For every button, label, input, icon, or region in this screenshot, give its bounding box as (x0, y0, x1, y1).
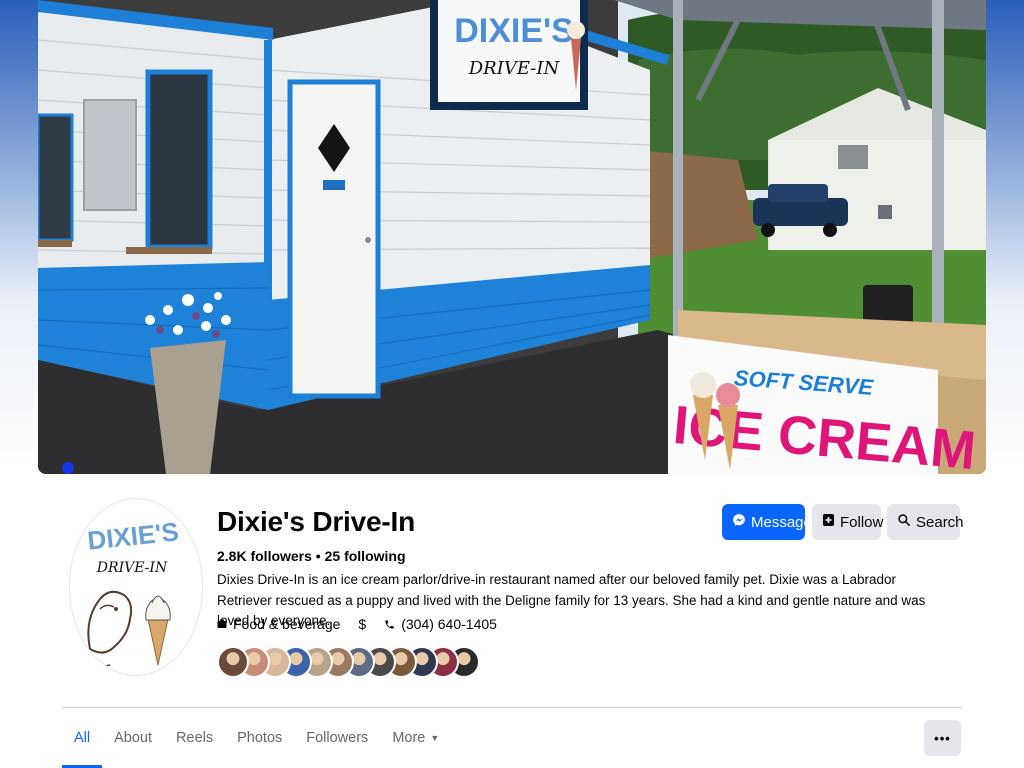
following-count[interactable]: 25 following (325, 548, 406, 564)
follow-counts: 2.8K followers • 25 following (217, 548, 406, 564)
followers-count[interactable]: 2.8K followers (217, 548, 312, 564)
message-label: Message (751, 513, 812, 531)
cover-sign-sub: DRIVE-IN (468, 58, 561, 79)
avatar-illustration: DIXIE'S DRIVE-IN (70, 499, 202, 675)
tab-more[interactable]: More ▼ (380, 708, 451, 768)
profile-header: DIXIE'S DRIVE-IN Dixie's Drive-In 2.8K f… (0, 474, 1024, 768)
follow-label: Follow (840, 513, 884, 531)
tab-followers[interactable]: Followers (294, 708, 380, 768)
avatar-sub: DRIVE-IN (96, 560, 168, 576)
phone-number[interactable]: (304) 640-1405 (401, 616, 497, 632)
follower-avatar[interactable] (217, 646, 249, 678)
search-button[interactable]: Search (887, 504, 964, 540)
messenger-icon (732, 513, 746, 531)
tab-about-label: About (114, 730, 153, 746)
page-tabs: All About Reels Photos Followers More ▼ (62, 708, 451, 768)
follow-icon (822, 513, 835, 531)
profile-picture[interactable]: DIXIE'S DRIVE-IN (70, 499, 202, 675)
tab-all-label: All (74, 730, 91, 746)
cover-indicator-dot (62, 462, 74, 474)
facebook-page: DIXIE'S DRIVE-IN SOFT SERVE ICE CREAM DI… (0, 0, 1024, 768)
counts-separator: • (311, 548, 325, 564)
phone-icon (384, 619, 395, 630)
tab-photos[interactable]: Photos (225, 708, 294, 768)
tab-photos-label: Photos (237, 730, 283, 746)
tab-all[interactable]: All (62, 708, 103, 768)
profile-logo: DIXIE'S DRIVE-IN (70, 499, 202, 675)
follower-avatars[interactable] (217, 646, 480, 678)
cover-photo[interactable]: DIXIE'S DRIVE-IN SOFT SERVE ICE CREAM (38, 0, 986, 474)
tab-reels[interactable]: Reels (164, 708, 225, 768)
caret-down-icon: ▼ (430, 733, 440, 743)
tab-reels-label: Reels (176, 730, 214, 746)
category-text[interactable]: Food & beverage (233, 616, 340, 632)
page-name: Dixie's Drive-In (217, 506, 415, 537)
follow-button[interactable]: Follow (812, 504, 884, 540)
page-details: Food & beverage $ (304) 640-1405 (217, 614, 497, 634)
search-label: Search (916, 513, 964, 531)
tab-about[interactable]: About (102, 708, 164, 768)
message-button[interactable]: Message (722, 504, 812, 540)
tab-followers-label: Followers (306, 730, 369, 746)
category-icon (217, 619, 227, 629)
more-options-button[interactable]: ••• (924, 720, 961, 756)
cover-illustration: DIXIE'S DRIVE-IN SOFT SERVE ICE CREAM (38, 0, 986, 474)
cover-sign-brand: DIXIE'S (454, 12, 574, 50)
search-icon (897, 513, 911, 531)
tab-more-label: More (392, 730, 426, 746)
price-range: $ (358, 616, 367, 632)
